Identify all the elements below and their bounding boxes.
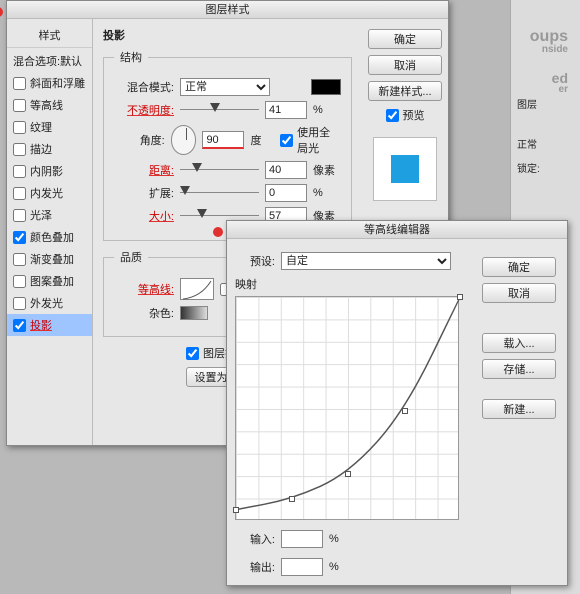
section-title: 投影	[103, 27, 352, 43]
output-label: 输出:	[235, 559, 275, 575]
style-item-2[interactable]: 纹理	[7, 116, 92, 138]
ce-load-button[interactable]: 载入...	[482, 333, 556, 353]
spread-input[interactable]	[265, 184, 307, 202]
output-value[interactable]	[281, 558, 323, 576]
contour-editor-titlebar[interactable]: 等高线编辑器	[227, 221, 567, 239]
distance-slider[interactable]	[180, 163, 259, 177]
spread-slider[interactable]	[180, 186, 259, 200]
preview-checkbox[interactable]: 预览	[386, 107, 425, 123]
angle-input[interactable]	[202, 131, 244, 149]
blend-options[interactable]: 混合选项:默认	[7, 50, 92, 72]
style-item-10[interactable]: 外发光	[7, 292, 92, 314]
style-item-4[interactable]: 内阴影	[7, 160, 92, 182]
input-value[interactable]	[281, 530, 323, 548]
mapping-label: 映射	[235, 276, 479, 292]
styles-header: 样式	[7, 23, 92, 48]
style-item-1[interactable]: 等高线	[7, 94, 92, 116]
style-item-0[interactable]: 斜面和浮雕	[7, 72, 92, 94]
curve-point[interactable]	[233, 507, 239, 513]
ce-save-button[interactable]: 存储...	[482, 359, 556, 379]
ok-button[interactable]: 确定	[368, 29, 442, 49]
angle-label: 角度:	[114, 132, 165, 148]
contour-editor-dialog: 等高线编辑器 预设: 自定 映射 输入: % 输出: %	[226, 220, 568, 586]
structure-fieldset: 结构 混合模式: 正常 不透明度: % 角度: 度	[103, 49, 352, 241]
ce-ok-button[interactable]: 确定	[482, 257, 556, 277]
bg-text-2: nside	[542, 44, 568, 55]
blend-mode-label: 混合模式:	[114, 79, 174, 95]
curve-point[interactable]	[345, 471, 351, 477]
opacity-label: 不透明度:	[114, 102, 174, 118]
ce-cancel-button[interactable]: 取消	[482, 283, 556, 303]
contour-label: 等高线:	[114, 281, 174, 297]
lock-label: 锁定:	[517, 160, 540, 175]
opacity-input[interactable]	[265, 101, 307, 119]
style-item-3[interactable]: 描边	[7, 138, 92, 160]
size-label: 大小:	[114, 208, 174, 224]
annotation-dot-icon	[213, 227, 223, 237]
style-item-8[interactable]: 渐变叠加	[7, 248, 92, 270]
quality-legend: 品质	[114, 249, 148, 265]
style-item-9[interactable]: 图案叠加	[7, 270, 92, 292]
contour-swatch[interactable]	[180, 278, 214, 300]
curve-point[interactable]	[457, 294, 463, 300]
contour-curve-grid[interactable]	[235, 296, 459, 520]
shadow-color-swatch[interactable]	[311, 79, 341, 95]
style-item-6[interactable]: 光泽	[7, 204, 92, 226]
structure-legend: 结构	[114, 49, 148, 65]
noise-swatch[interactable]	[180, 306, 208, 320]
curve-point[interactable]	[289, 496, 295, 502]
distance-input[interactable]	[265, 161, 307, 179]
noise-label: 杂色:	[114, 305, 174, 321]
ce-new-button[interactable]: 新建...	[482, 399, 556, 419]
spread-label: 扩展:	[114, 185, 174, 201]
distance-label: 距离:	[114, 162, 174, 178]
opacity-slider[interactable]	[180, 103, 259, 117]
cancel-button[interactable]: 取消	[368, 55, 442, 75]
blend-mode: 正常	[517, 136, 537, 151]
layer-style-titlebar[interactable]: 图层样式	[7, 1, 448, 19]
global-light-checkbox[interactable]: 使用全局光	[280, 124, 341, 156]
style-item-7[interactable]: 颜色叠加	[7, 226, 92, 248]
preset-select[interactable]: 自定	[281, 252, 451, 270]
annotation-dot-icon	[0, 7, 3, 17]
bg-text-4: er	[559, 84, 568, 95]
preset-label: 预设:	[235, 253, 275, 269]
preview-box	[373, 137, 437, 201]
style-item-5[interactable]: 内发光	[7, 182, 92, 204]
style-item-11[interactable]: 投影	[7, 314, 92, 336]
layers-tab[interactable]: 图层	[517, 96, 537, 111]
curve-point[interactable]	[402, 408, 408, 414]
input-label: 输入:	[235, 531, 275, 547]
styles-list: 样式 混合选项:默认 斜面和浮雕等高线纹理描边内阴影内发光光泽颜色叠加渐变叠加图…	[7, 19, 93, 445]
blend-mode-select[interactable]: 正常	[180, 78, 270, 96]
new-style-button[interactable]: 新建样式...	[368, 81, 442, 101]
angle-knob[interactable]	[171, 125, 197, 155]
